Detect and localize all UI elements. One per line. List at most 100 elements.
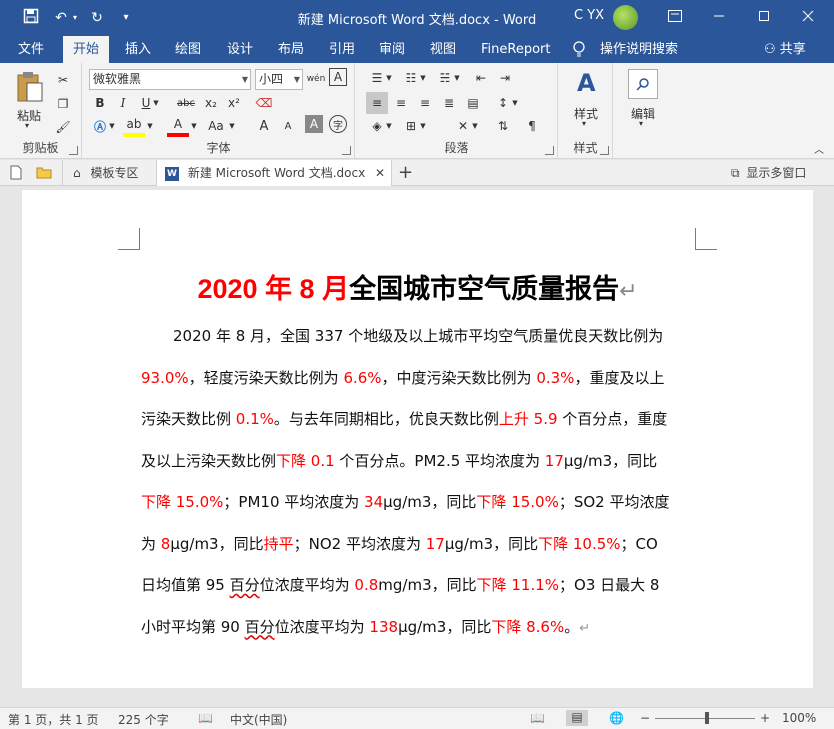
tab-design[interactable]: 设计 <box>217 36 263 63</box>
grow-font-button[interactable]: A <box>253 115 275 137</box>
proofing-icon[interactable]: 📖 <box>198 711 213 725</box>
zoom-slider-thumb[interactable] <box>705 712 709 724</box>
sort-icon[interactable]: ⇅ <box>492 115 514 137</box>
cut-icon[interactable]: ✂ <box>52 69 74 91</box>
web-layout-icon[interactable]: 🌐 <box>609 711 624 725</box>
paste-dropdown-icon: ▾ <box>25 121 30 130</box>
styles-launcher-icon[interactable] <box>600 146 609 155</box>
paragraph-launcher-icon[interactable] <box>545 146 554 155</box>
highlight-icon[interactable]: ab <box>123 115 145 137</box>
document-body[interactable]: 2020 年 8 月，全国 337 个地级及以上城市平均空气质量优良天数比例为 … <box>141 325 701 657</box>
document-heading[interactable]: 2020 年 8 月全国城市空气质量报告↵ <box>22 267 813 306</box>
status-bar: 第 1 页，共 1 页 225 个字 📖 中文(中国) 📖 ▤ 🌐 − + 10… <box>0 707 834 729</box>
chevron-down-icon[interactable]: ▼ <box>384 67 394 89</box>
styles-button[interactable]: A 样式 ▾ <box>565 69 607 133</box>
change-case-button[interactable]: Aa <box>205 115 227 137</box>
chevron-down-icon[interactable]: ▼ <box>107 115 117 137</box>
tab-insert[interactable]: 插入 <box>115 36 161 63</box>
tab-file[interactable]: 文件 <box>8 36 54 63</box>
multi-window-button[interactable]: ⧉ 显示多窗口 <box>731 160 806 186</box>
tab-layout[interactable]: 布局 <box>268 36 314 63</box>
enclose-characters-button[interactable]: 字 <box>329 115 347 133</box>
new-doc-icon[interactable] <box>10 160 22 186</box>
chevron-down-icon[interactable]: ▼ <box>384 115 394 137</box>
bold-button[interactable]: B <box>89 92 111 114</box>
tab-references[interactable]: 引用 <box>319 36 365 63</box>
lightbulb-icon[interactable] <box>572 41 586 61</box>
share-button[interactable]: ⚇ 共享 <box>764 36 806 63</box>
close-icon[interactable] <box>786 0 830 32</box>
doc-tab[interactable]: W 新建 Microsoft Word 文档.docx ✕ <box>156 160 392 186</box>
editing-button[interactable]: 编辑 ▾ <box>620 69 666 133</box>
chevron-down-icon[interactable]: ▼ <box>151 92 161 114</box>
align-left-icon[interactable]: ≡ <box>366 92 388 114</box>
zoom-level[interactable]: 100% <box>782 711 816 725</box>
distributed-icon[interactable]: ▤ <box>462 92 484 114</box>
align-center-icon[interactable]: ≡ <box>390 92 412 114</box>
user-name[interactable]: C YX <box>574 8 604 23</box>
font-size-value: 小四 <box>259 72 284 86</box>
italic-button[interactable]: I <box>112 92 134 114</box>
clipboard-launcher-icon[interactable] <box>69 146 78 155</box>
decrease-indent-icon[interactable]: ⇤ <box>470 67 492 89</box>
read-mode-icon[interactable]: 📖 <box>530 711 545 725</box>
tab-home[interactable]: 开始 <box>63 36 110 63</box>
superscript-button[interactable]: x² <box>223 92 245 114</box>
zoom-slider[interactable] <box>655 712 755 724</box>
font-name-combo[interactable]: 微软雅黑 ▼ <box>89 69 251 90</box>
chevron-down-icon[interactable]: ▼ <box>227 115 237 137</box>
minimize-icon[interactable] <box>697 0 741 32</box>
character-border-button[interactable]: A <box>329 68 347 86</box>
home-icon: ⌂ <box>73 166 81 180</box>
page-count[interactable]: 第 1 页，共 1 页 <box>8 711 99 728</box>
chevron-down-icon[interactable]: ▼ <box>452 67 462 89</box>
title-bar: ↶ ▾ ↻ ▾ 新建 Microsoft Word 文档.docx - Word… <box>0 0 834 36</box>
ribbon-display-icon[interactable] <box>653 0 697 32</box>
format-painter-icon[interactable]: 🖌 <box>52 116 74 138</box>
font-launcher-icon[interactable] <box>342 146 351 155</box>
paste-button[interactable]: 粘贴 ▾ <box>8 69 50 130</box>
show-marks-icon[interactable]: ¶ <box>521 115 543 137</box>
print-layout-icon[interactable]: ▤ <box>566 710 588 726</box>
maximize-icon[interactable] <box>742 0 786 32</box>
chevron-down-icon[interactable]: ▼ <box>189 115 199 137</box>
close-tab-icon[interactable]: ✕ <box>375 160 385 186</box>
collapse-ribbon-icon[interactable]: ︿ <box>808 137 830 159</box>
language[interactable]: 中文(中国) <box>230 711 287 728</box>
font-label: 字体 <box>206 141 231 155</box>
tab-finereport[interactable]: FineReport <box>471 36 560 63</box>
document-page[interactable]: 2020 年 8 月全国城市空气质量报告↵ 2020 年 8 月，全国 337 … <box>22 190 813 688</box>
justify-icon[interactable]: ≣ <box>438 92 460 114</box>
zoom-out-icon[interactable]: − <box>640 711 650 725</box>
tell-me-search[interactable]: 操作说明搜索 <box>590 36 688 63</box>
tab-review[interactable]: 审阅 <box>369 36 415 63</box>
clear-formatting-icon[interactable]: ⌫ <box>253 92 275 114</box>
subscript-button[interactable]: x₂ <box>200 92 222 114</box>
font-group: 微软雅黑 ▼ 小四 ▼ wén A B I U ▼ abc x₂ x² ⌫ Ⓐ … <box>83 63 355 159</box>
tab-draw[interactable]: 绘图 <box>165 36 211 63</box>
phonetic-guide-button[interactable]: wén <box>305 68 327 90</box>
clipboard-group: 粘贴 ▾ ✂ ❐ 🖌 剪贴板 <box>0 63 82 159</box>
vertical-scrollbar[interactable] <box>813 186 834 705</box>
font-color-icon[interactable]: A <box>167 115 189 137</box>
zoom-in-icon[interactable]: + <box>760 711 770 725</box>
chevron-down-icon[interactable]: ▼ <box>470 115 480 137</box>
shrink-font-button[interactable]: A <box>277 115 299 137</box>
add-tab-icon[interactable]: + <box>398 160 413 186</box>
align-right-icon[interactable]: ≡ <box>414 92 436 114</box>
chevron-down-icon[interactable]: ▼ <box>418 67 428 89</box>
template-tab[interactable]: ⌂ 模板专区 <box>62 160 154 186</box>
copy-icon[interactable]: ❐ <box>52 93 74 115</box>
word-count[interactable]: 225 个字 <box>118 711 169 728</box>
increase-indent-icon[interactable]: ⇥ <box>494 67 516 89</box>
folder-icon[interactable] <box>36 160 52 186</box>
avatar[interactable] <box>613 5 638 30</box>
tab-view[interactable]: 视图 <box>420 36 466 63</box>
font-size-combo[interactable]: 小四 ▼ <box>255 69 303 90</box>
chevron-down-icon[interactable]: ▼ <box>418 115 428 137</box>
character-shading-button[interactable]: A <box>305 115 323 133</box>
chevron-down-icon[interactable]: ▼ <box>145 115 155 137</box>
word-doc-icon: W <box>165 166 179 181</box>
chevron-down-icon[interactable]: ▼ <box>510 92 520 114</box>
strikethrough-button[interactable]: abc <box>175 92 197 114</box>
